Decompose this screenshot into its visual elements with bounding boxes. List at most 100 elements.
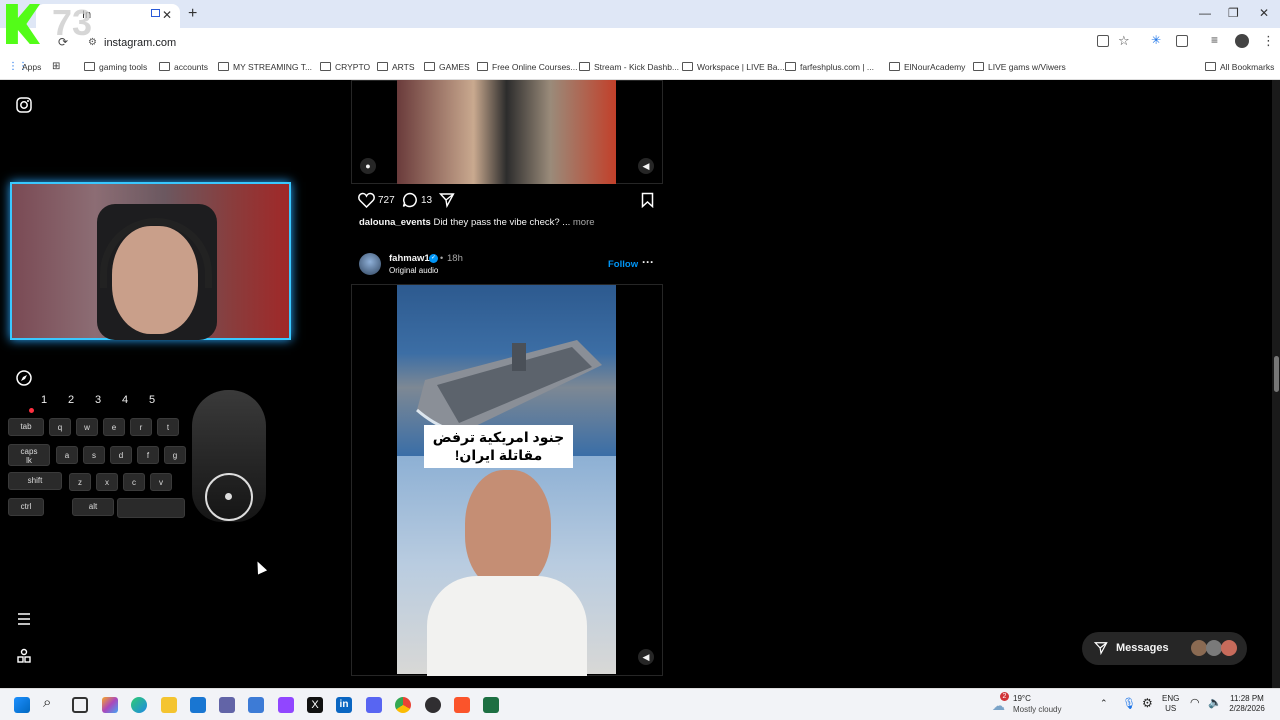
bookmark-farfeshplus[interactable]: farfeshplus.com | ... [785,62,874,72]
bookmark-crypto[interactable]: CRYPTO [320,62,370,72]
extensions-puzzle-icon[interactable] [1176,35,1188,47]
post2-overlay-line2: مقاتلة ايران! [454,447,543,463]
browser-menu-icon[interactable]: ⋮ [1262,33,1275,49]
bookmark-gaming-tools[interactable]: gaming tools [84,62,147,72]
task-view-icon[interactable] [72,697,88,713]
post2-mute-icon[interactable]: ◀ [638,649,654,665]
post2-author[interactable]: fahmaw1 [389,253,430,264]
network-app-icon[interactable] [248,697,264,713]
restore-icon[interactable]: ❐ [1228,6,1239,20]
bookmark-elnouracademy[interactable]: ElNourAcademy [889,62,965,72]
weather-text[interactable]: Mostly cloudy [1013,705,1061,714]
wifi-icon[interactable]: ◠ [1190,696,1200,709]
brave-icon[interactable] [454,697,470,713]
bookmark-streaming[interactable]: MY STREAMING T... [218,62,312,72]
post1-like-icon[interactable] [358,192,375,208]
language-indicator[interactable]: ENG US [1162,694,1179,714]
message-avatar-3 [1221,640,1237,656]
excel-icon[interactable] [483,697,499,713]
bookmark-arts[interactable]: ARTS [377,62,415,72]
chrome-icon[interactable] [395,697,411,713]
install-app-icon[interactable] [1097,35,1109,47]
address-bar[interactable]: ⚙ instagram.com [86,32,1086,54]
obs-icon[interactable] [425,697,441,713]
bookmarks-bar: ⋮⋮ Apps ⊞ gaming tools accounts MY STREA… [0,56,1280,80]
post1-video[interactable] [397,80,616,184]
discord-icon[interactable] [366,697,382,713]
volume-icon[interactable]: 🔈 [1208,696,1222,709]
microphone-icon[interactable]: 🎙 [1122,697,1136,710]
mouse-center-dot [225,493,232,500]
key-v: v [150,473,172,491]
bookmark-all-bookmarks[interactable]: All Bookmarks [1205,62,1274,72]
weather-icon[interactable]: ☁ [992,698,1005,714]
messages-label: Messages [1116,642,1169,654]
bookmark-workspace[interactable]: Workspace | LIVE Ba... [682,62,785,72]
settings-gear-icon[interactable]: ⚙ [1142,696,1153,710]
post2-follow-button[interactable]: Follow [608,259,638,270]
post2-video-bottom-selfie[interactable] [397,456,616,676]
bookmark-kick-dashboard[interactable]: Stream - Kick Dashb... [579,62,679,72]
linkedin-icon[interactable]: in [336,697,352,713]
bookmark-live-games[interactable]: LIVE gams w/Viwers [973,62,1066,72]
windows-taskbar: ⌕ X in 2 ☁ 19°C Mostly cloudy ⌃ 🎙 ⚙ ENG … [0,688,1280,720]
media-controls-icon[interactable]: ≡ [1211,33,1218,47]
post2-audio[interactable]: Original audio [389,266,438,275]
new-tab-icon[interactable]: + [188,5,197,23]
also-from-meta-icon[interactable] [16,648,32,664]
copilot-icon[interactable] [102,697,118,713]
logo-number: 73 [52,2,93,43]
verified-badge-icon: ✓ [429,254,438,263]
post1-comment-icon[interactable] [402,192,418,208]
key-r: r [130,418,152,436]
scrollbar-thumb[interactable] [1274,356,1279,392]
close-tab-icon[interactable]: ✕ [162,8,172,22]
post2-options-icon[interactable]: ··· [642,255,654,269]
close-window-icon[interactable]: ✕ [1259,6,1269,20]
tab-groups-icon[interactable]: ⊞ [52,61,60,72]
post2-avatar[interactable] [359,253,381,275]
search-icon[interactable]: ⌕ [43,694,51,711]
edge-icon[interactable] [131,697,147,713]
store-icon[interactable] [190,697,206,713]
stream-logo: 73 [0,0,102,46]
bookmark-accounts[interactable]: accounts [159,62,208,72]
messages-button[interactable]: Messages [1082,632,1247,665]
teams-icon[interactable] [219,697,235,713]
post1-more-link[interactable]: more [573,217,595,228]
more-menu-icon[interactable] [16,611,32,627]
post1-share-icon[interactable] [439,192,455,208]
post1-like-count[interactable]: 727 [378,195,395,206]
post1-tag-user-icon[interactable]: ● [360,158,376,174]
key-c: c [123,473,145,491]
x-icon[interactable]: X [307,697,323,713]
post2-time[interactable]: 18h [447,253,463,264]
key-w: w [76,418,98,436]
minimize-icon[interactable]: — [1199,6,1211,20]
key-5: 5 [149,394,156,406]
post1-author[interactable]: dalouna_events [359,217,431,228]
twitch-icon[interactable] [278,697,294,713]
explore-icon[interactable] [16,370,32,386]
key-e: e [103,418,125,436]
key-g: g [164,446,186,464]
tab-audio-icon[interactable] [151,9,160,17]
instagram-logo-icon[interactable] [16,97,32,113]
clock[interactable]: 11:28 PM 2/28/2026 [1226,694,1268,714]
post1-comment-count[interactable]: 13 [421,195,432,206]
key-1: 1 [41,394,48,406]
bookmark-games[interactable]: GAMES [424,62,470,72]
start-windows-icon[interactable] [14,697,30,713]
bookmark-free-courses[interactable]: Free Online Courses... [477,62,578,72]
profile-avatar[interactable] [1235,34,1249,48]
page-scrollbar[interactable] [1272,80,1280,688]
post1-mute-icon[interactable]: ◀ [638,158,654,174]
file-explorer-icon[interactable] [161,697,177,713]
temperature[interactable]: 19°C [1013,694,1031,703]
post1-save-icon[interactable] [641,192,654,208]
key-t: t [157,418,179,436]
bookmark-apps[interactable]: Apps [22,62,41,72]
tray-overflow-icon[interactable]: ⌃ [1100,698,1108,709]
extension-icon[interactable]: ✳ [1151,33,1161,47]
bookmark-star-icon[interactable]: ☆ [1118,33,1130,49]
